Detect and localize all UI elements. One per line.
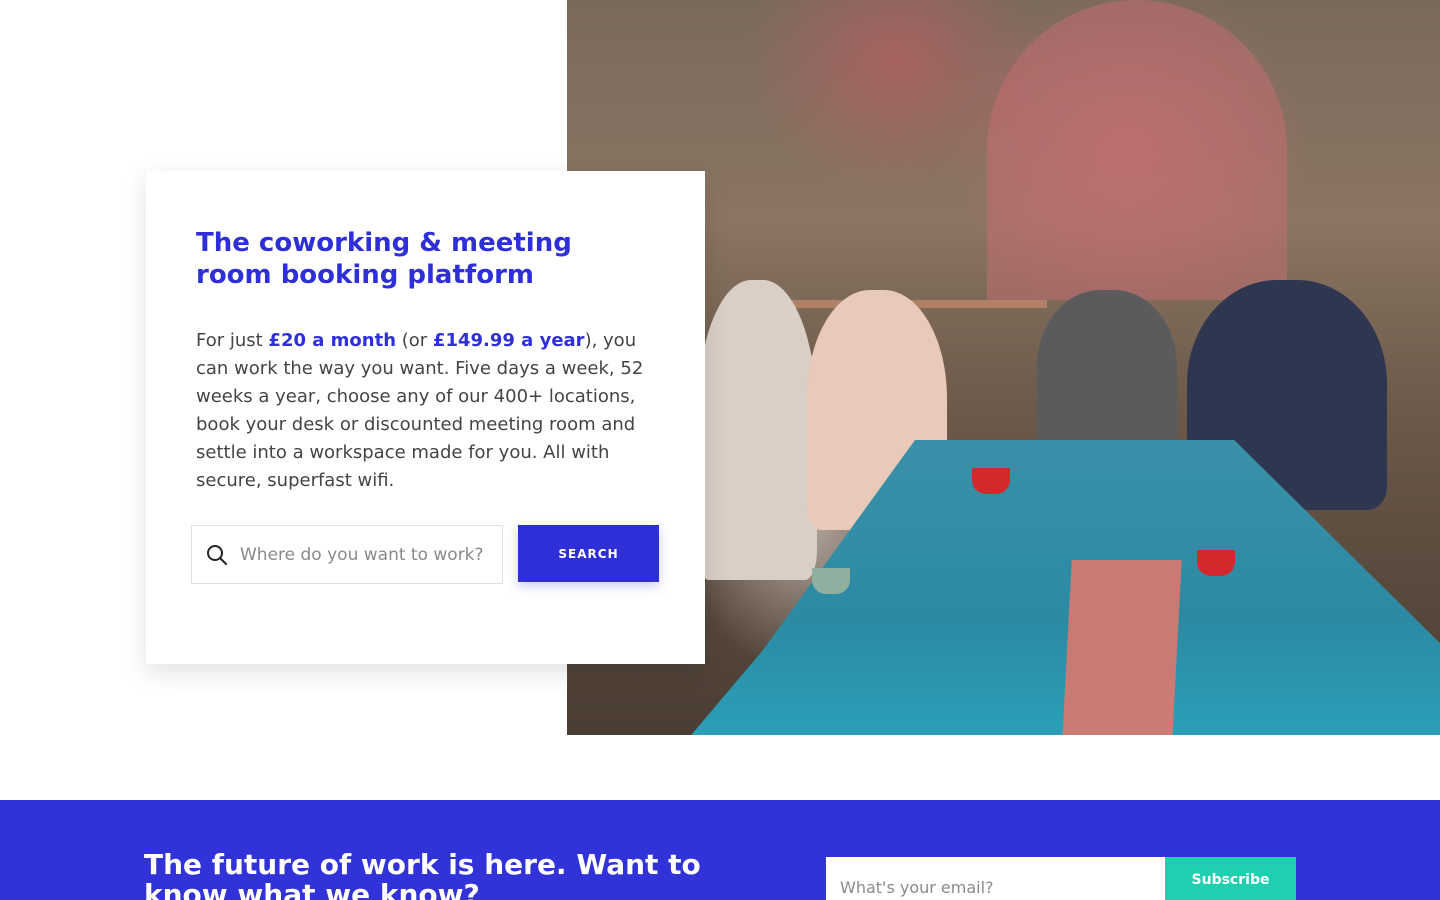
location-search-box[interactable] xyxy=(191,525,503,584)
hero-text-prefix: For just xyxy=(196,330,269,351)
subscribe-button[interactable]: Subscribe xyxy=(1165,857,1296,900)
image-cup xyxy=(972,468,1010,494)
image-wall-shape xyxy=(987,0,1287,300)
hero-card: The coworking & meeting room booking pla… xyxy=(146,171,705,664)
newsletter-banner: The future of work is here. Want to know… xyxy=(0,800,1440,900)
image-person xyxy=(697,280,817,580)
image-table-stripe xyxy=(1062,560,1182,735)
hero-title: The coworking & meeting room booking pla… xyxy=(196,228,572,290)
image-cup xyxy=(1197,550,1235,576)
image-cup xyxy=(812,568,850,594)
location-search-input[interactable] xyxy=(240,544,500,565)
search-icon xyxy=(206,544,228,566)
hero-text-suffix: ), you can work the way you want. Five d… xyxy=(196,330,644,491)
email-field[interactable] xyxy=(826,857,1165,900)
yearly-price: £149.99 a year xyxy=(432,330,585,351)
newsletter-title: The future of work is here. Want to know… xyxy=(144,848,701,900)
hero-description: For just £20 a month (or £149.99 a year)… xyxy=(196,327,646,495)
hero-text-middle: (or xyxy=(396,330,433,351)
monthly-price: £20 a month xyxy=(268,330,397,351)
image-person xyxy=(1037,290,1177,460)
search-button[interactable]: SEARCH xyxy=(518,525,659,582)
